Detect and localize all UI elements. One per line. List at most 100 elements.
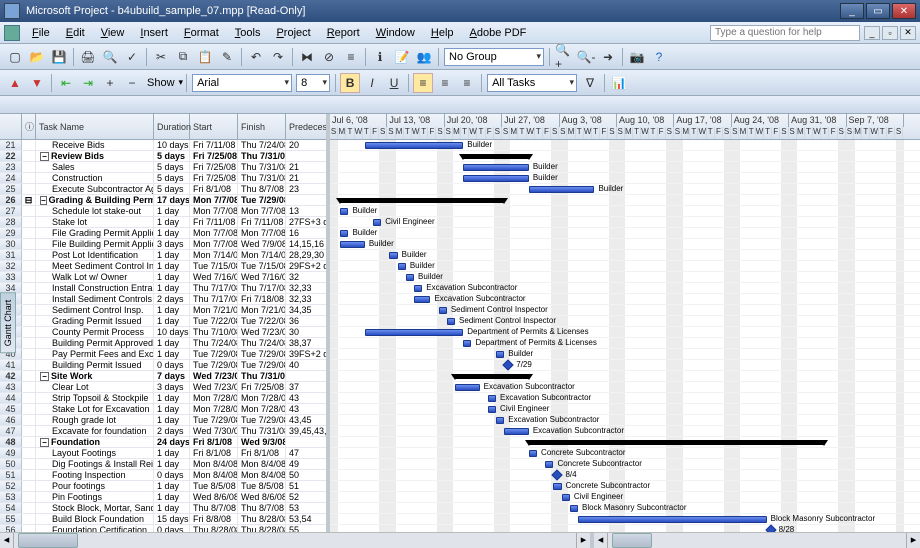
group-combo[interactable]: No Group	[444, 48, 544, 66]
duration-cell[interactable]: 1 day	[154, 283, 190, 293]
gantt-row[interactable]: Builder	[330, 261, 920, 272]
task-row[interactable]: 32Meet Sediment Control Inspector1 dayTu…	[0, 261, 326, 272]
pred-cell[interactable]: 16	[286, 228, 330, 238]
gantt-row[interactable]: Department of Permits & Licenses	[330, 338, 920, 349]
start-cell[interactable]: Mon 8/4/08	[190, 470, 238, 480]
row-number[interactable]: 52	[0, 481, 22, 491]
duration-cell[interactable]: 5 days	[154, 151, 190, 161]
duration-cell[interactable]: 5 days	[154, 162, 190, 172]
task-notes-icon[interactable]: 📝	[392, 47, 412, 67]
row-number[interactable]: 27	[0, 206, 22, 216]
show-subtasks-icon[interactable]: +	[100, 73, 120, 93]
pred-cell[interactable]: 39,45,43,46	[286, 426, 330, 436]
start-cell[interactable]: Fri 7/11/08	[190, 217, 238, 227]
start-cell[interactable]: Wed 8/6/08	[190, 492, 238, 502]
task-bar[interactable]	[414, 296, 430, 303]
gantt-row[interactable]: Sediment Control Inspector	[330, 305, 920, 316]
menu-file[interactable]: File	[24, 25, 58, 41]
start-cell[interactable]: Mon 7/21/08	[190, 305, 238, 315]
pred-cell[interactable]: 37	[286, 382, 330, 392]
pred-cell[interactable]: 51	[286, 481, 330, 491]
task-row[interactable]: 48−Foundation24 daysFri 8/1/08Wed 9/3/08	[0, 437, 326, 448]
task-bar[interactable]	[529, 186, 595, 193]
row-number[interactable]: 32	[0, 261, 22, 271]
task-row[interactable]: 39Building Permit Approved1 dayThu 7/24/…	[0, 338, 326, 349]
print-icon[interactable]: 🖨	[78, 47, 98, 67]
font-size-combo[interactable]: 8	[296, 74, 330, 92]
duration-cell[interactable]: 1 day	[154, 448, 190, 458]
task-row[interactable]: 46Rough grade lot1 dayTue 7/29/08Tue 7/2…	[0, 415, 326, 426]
row-number[interactable]: 34	[0, 283, 22, 293]
duration-cell[interactable]: 0 days	[154, 525, 190, 532]
gantt-row[interactable]: Builder	[330, 162, 920, 173]
duration-cell[interactable]: 1 day	[154, 316, 190, 326]
col-start[interactable]: Start	[190, 114, 238, 139]
task-name-cell[interactable]: Stock Block, Mortar, Sand	[36, 503, 154, 513]
task-row[interactable]: 27Schedule lot stake-out1 dayMon 7/7/08M…	[0, 206, 326, 217]
row-number[interactable]: 42	[0, 371, 22, 381]
pred-cell[interactable]: 43	[286, 393, 330, 403]
pred-cell[interactable]: 53	[286, 503, 330, 513]
duration-cell[interactable]: 1 day	[154, 459, 190, 469]
open-icon[interactable]: 📂	[27, 47, 47, 67]
row-number[interactable]: 46	[0, 415, 22, 425]
zoom-in-icon[interactable]: 🔍+	[554, 47, 574, 67]
gantt-row[interactable]: Builder	[330, 206, 920, 217]
copy-icon[interactable]: ⧉	[173, 47, 193, 67]
duration-cell[interactable]: 1 day	[154, 250, 190, 260]
start-cell[interactable]: Fri 7/25/08	[190, 173, 238, 183]
row-number[interactable]: 41	[0, 360, 22, 370]
gantt-row[interactable]	[330, 195, 920, 206]
start-cell[interactable]: Fri 8/1/08	[190, 437, 238, 447]
duration-cell[interactable]: 15 days	[154, 514, 190, 524]
task-name-cell[interactable]: Building Permit Approved	[36, 338, 154, 348]
duration-cell[interactable]: 10 days	[154, 140, 190, 150]
task-name-cell[interactable]: Layout Footings	[36, 448, 154, 458]
task-bar[interactable]	[340, 230, 348, 237]
gantt-row[interactable]: Civil Engineer	[330, 492, 920, 503]
start-cell[interactable]: Wed 7/23/08	[190, 371, 238, 381]
finish-cell[interactable]: Tue 7/29/08	[238, 349, 286, 359]
task-row[interactable]: 25Execute Subcontractor Agreeme5 daysFri…	[0, 184, 326, 195]
redo-icon[interactable]: ↷	[268, 47, 288, 67]
task-name-cell[interactable]: −Grading & Building Permits	[36, 195, 154, 205]
row-number[interactable]: 54	[0, 503, 22, 513]
row-number[interactable]: 47	[0, 426, 22, 436]
task-row[interactable]: 35Install Sediment Controls2 daysThu 7/1…	[0, 294, 326, 305]
task-bar[interactable]	[340, 241, 365, 248]
task-bar[interactable]	[365, 142, 463, 149]
pred-cell[interactable]: 34,35	[286, 305, 330, 315]
gantt-row[interactable]: Excavation Subcontractor	[330, 294, 920, 305]
task-row[interactable]: 33Walk Lot w/ Owner1 dayWed 7/16/08Wed 7…	[0, 272, 326, 283]
menu-edit[interactable]: Edit	[58, 25, 93, 41]
task-name-cell[interactable]: −Review Bids	[36, 151, 154, 161]
align-right-icon[interactable]: ≡	[457, 73, 477, 93]
col-finish[interactable]: Finish	[238, 114, 286, 139]
task-row[interactable]: 53Pin Footings1 dayWed 8/6/08Wed 8/6/085…	[0, 492, 326, 503]
gantt-row[interactable]: Civil Engineer	[330, 217, 920, 228]
gantt-row[interactable]: Excavation Subcontractor	[330, 283, 920, 294]
task-name-cell[interactable]: Foundation Certification	[36, 525, 154, 532]
pred-cell[interactable]: 23	[286, 184, 330, 194]
pred-cell[interactable]: 20	[286, 140, 330, 150]
task-row[interactable]: 36Sediment Control Insp.1 dayMon 7/21/08…	[0, 305, 326, 316]
bold-icon[interactable]: B	[340, 73, 360, 93]
row-number[interactable]: 53	[0, 492, 22, 502]
row-number[interactable]: 31	[0, 250, 22, 260]
task-row[interactable]: 56Foundation Certification0 daysThu 8/28…	[0, 525, 326, 532]
task-bar[interactable]	[578, 516, 767, 523]
row-number[interactable]: 21	[0, 140, 22, 150]
task-name-cell[interactable]: Execute Subcontractor Agreeme	[36, 184, 154, 194]
row-number[interactable]: 55	[0, 514, 22, 524]
save-icon[interactable]: 💾	[49, 47, 69, 67]
task-name-cell[interactable]: Clear Lot	[36, 382, 154, 392]
start-cell[interactable]: Wed 7/16/08	[190, 272, 238, 282]
assign-resources-icon[interactable]: 👥	[414, 47, 434, 67]
task-bar[interactable]	[340, 208, 348, 215]
finish-cell[interactable]: Thu 7/31/08	[238, 426, 286, 436]
indent-icon[interactable]: ⇥	[78, 73, 98, 93]
task-name-cell[interactable]: Install Sediment Controls	[36, 294, 154, 304]
task-name-cell[interactable]: Building Permit Issued	[36, 360, 154, 370]
start-cell[interactable]: Tue 7/15/08	[190, 261, 238, 271]
task-row[interactable]: 30File Building Permit Application3 days…	[0, 239, 326, 250]
